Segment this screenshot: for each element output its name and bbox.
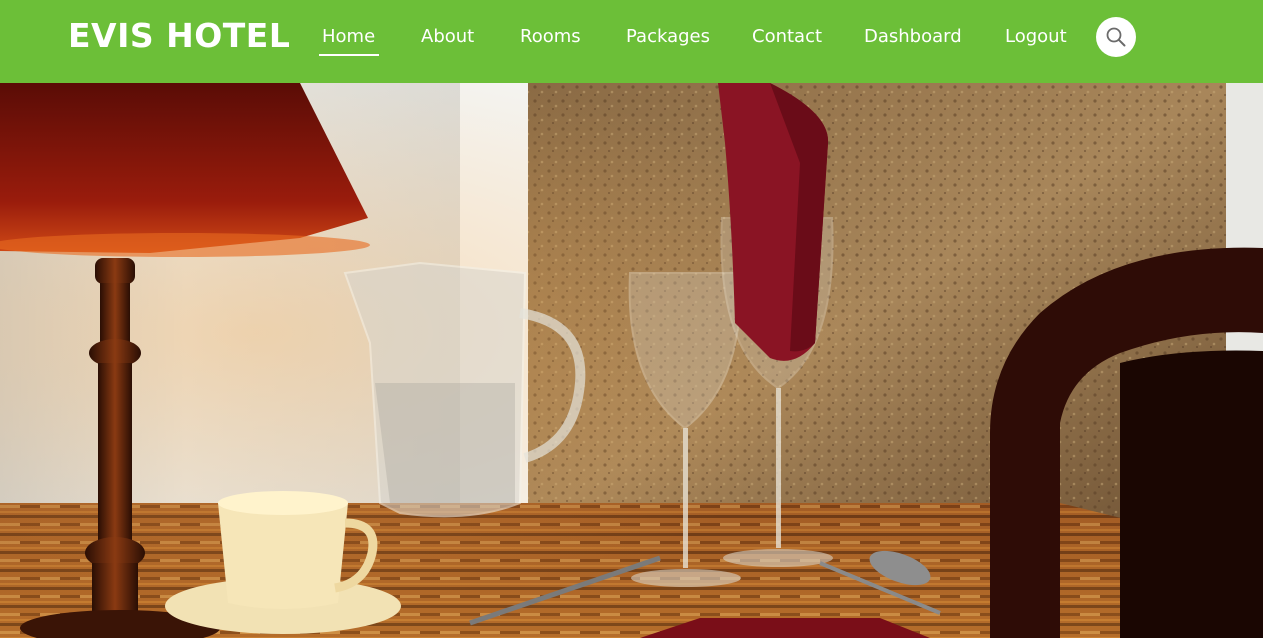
navbar: EVIS HOTEL Home About Rooms Packages Con… bbox=[0, 0, 1263, 83]
nav-contact[interactable]: Contact bbox=[752, 26, 822, 47]
search-icon bbox=[1106, 27, 1126, 47]
nav-packages[interactable]: Packages bbox=[626, 26, 710, 47]
nav-dashboard[interactable]: Dashboard bbox=[864, 26, 962, 47]
hero-image bbox=[0, 83, 1263, 638]
search-button[interactable] bbox=[1096, 17, 1136, 57]
main-nav: Home About Rooms Packages Contact Dashbo… bbox=[0, 0, 1263, 83]
nav-logout[interactable]: Logout bbox=[1005, 26, 1067, 47]
nav-about[interactable]: About bbox=[421, 26, 474, 47]
nav-home[interactable]: Home bbox=[318, 26, 380, 56]
nav-rooms[interactable]: Rooms bbox=[520, 26, 581, 47]
